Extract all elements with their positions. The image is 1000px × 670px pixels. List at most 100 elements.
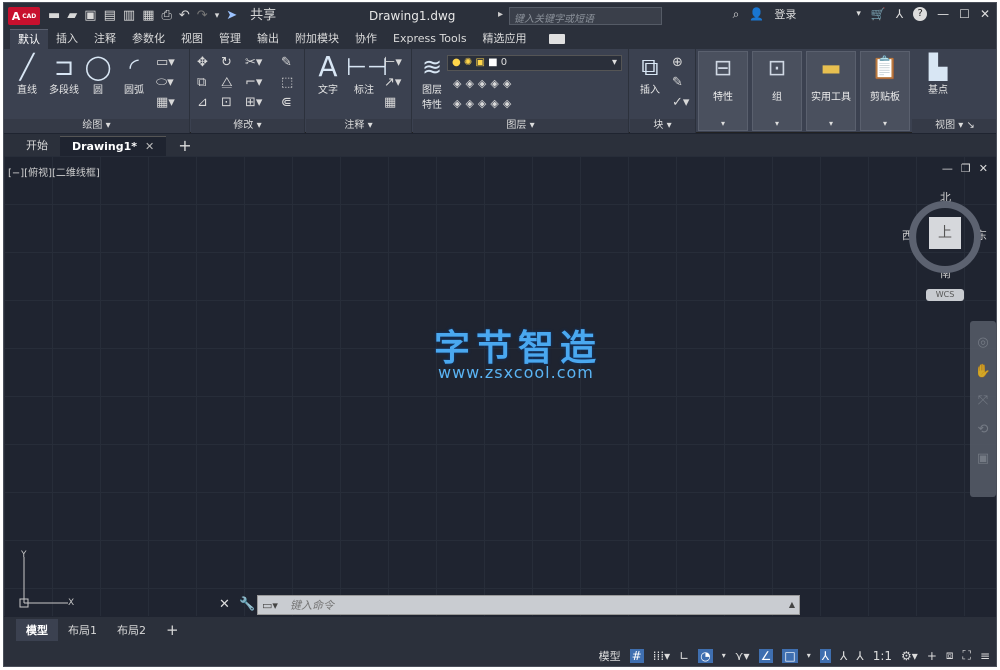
- drawing-canvas[interactable]: [−][俯视][二维线框] — ❐ ✕: [4, 156, 996, 616]
- panel-clipboard[interactable]: 📋 剪贴板 ▾: [860, 51, 910, 131]
- panel-annotation-title[interactable]: 注释 ▾: [306, 119, 411, 133]
- publish-icon[interactable]: ▦: [142, 9, 154, 23]
- zoom-extents-icon[interactable]: ⤧: [970, 393, 996, 408]
- command-line[interactable]: ▭▾ ▲: [257, 595, 800, 615]
- tab-collaborate[interactable]: 协作: [347, 29, 385, 49]
- viewcube-face[interactable]: 上: [929, 217, 961, 249]
- layer-tools-row1-icon[interactable]: ◈◈◈◈◈: [453, 77, 515, 90]
- help-button[interactable]: ?: [913, 7, 928, 21]
- base-view-tool[interactable]: ▙ 基点: [916, 53, 960, 96]
- viewport-label[interactable]: [−][俯视][二维线框]: [8, 164, 100, 179]
- layer-dropdown[interactable]: ● ✺ ▣ ■ 0 ▾: [447, 55, 622, 71]
- new-tab-button[interactable]: +: [166, 136, 203, 156]
- search-icon[interactable]: ⌕: [733, 7, 740, 22]
- array-icon[interactable]: ⊞▾: [245, 95, 262, 110]
- undo-icon[interactable]: ↶: [179, 9, 190, 23]
- command-customize-icon[interactable]: 🔧: [239, 597, 255, 612]
- grid-icon[interactable]: #: [629, 648, 644, 663]
- plus-icon[interactable]: +: [927, 649, 937, 663]
- customize-dropdown-icon[interactable]: ▾: [215, 9, 220, 23]
- tab-annotate[interactable]: 注释: [86, 29, 124, 49]
- customize-menu-icon[interactable]: ≡: [980, 649, 990, 663]
- login-dropdown-icon[interactable]: ▾: [856, 9, 861, 19]
- rectangle-icon[interactable]: ▭▾: [156, 55, 175, 70]
- close-icon[interactable]: ✕: [980, 7, 990, 21]
- new-file-icon[interactable]: ▬: [48, 9, 60, 23]
- export-icon[interactable]: ▥: [123, 9, 135, 23]
- trim-icon[interactable]: ✂▾: [245, 55, 262, 70]
- tab-output[interactable]: 输出: [249, 29, 287, 49]
- viewport-restore-icon[interactable]: ❐: [961, 162, 971, 175]
- polyline-tool[interactable]: ⊐ 多段线: [44, 53, 84, 96]
- table-icon[interactable]: ▦: [384, 95, 396, 110]
- viewport-close-icon[interactable]: ✕: [979, 162, 988, 175]
- save-as-icon[interactable]: ▤: [104, 9, 116, 23]
- layer-properties-tool[interactable]: ≋ 图层 特性: [415, 53, 449, 111]
- mirror-icon[interactable]: ⧋: [221, 75, 233, 90]
- dimension-tool[interactable]: ⊢⊣ 标注: [346, 53, 388, 96]
- command-input[interactable]: [290, 598, 770, 613]
- share-icon[interactable]: ➤: [226, 9, 237, 23]
- cart-icon[interactable]: 🛒: [871, 7, 886, 21]
- create-block-icon[interactable]: ⊕: [672, 55, 683, 70]
- command-close-icon[interactable]: ✕: [219, 597, 230, 612]
- showmotion-icon[interactable]: ▣: [970, 451, 996, 466]
- command-history-icon[interactable]: ▭▾: [262, 599, 278, 612]
- wcs-menu[interactable]: WCS: [926, 289, 964, 301]
- plot-icon[interactable]: ⎙: [161, 9, 171, 23]
- hatch-icon[interactable]: ▦▾: [156, 95, 175, 110]
- tab-express-tools[interactable]: Express Tools: [385, 29, 475, 49]
- share-button[interactable]: 共享: [250, 9, 276, 23]
- viewport-minimize-icon[interactable]: —: [942, 162, 953, 175]
- app-logo[interactable]: A CAD: [8, 7, 40, 25]
- settings-gear-icon[interactable]: ⚙▾: [901, 649, 918, 663]
- edit-block-icon[interactable]: ✎: [672, 75, 683, 90]
- navigation-bar[interactable]: ◎ ✋ ⤧ ⟲ ▣: [970, 321, 996, 497]
- layer-tools-row2-icon[interactable]: ◈◈◈◈◈: [453, 97, 515, 110]
- tab-drawing1[interactable]: Drawing1* ✕: [60, 136, 167, 156]
- annotation-scale-icon[interactable]: ⅄: [856, 649, 863, 663]
- line-tool[interactable]: ╱ 直线: [10, 53, 44, 96]
- snap-icon[interactable]: ⁞⁞⁞▾: [653, 649, 670, 663]
- command-expand-icon[interactable]: ▲: [789, 600, 795, 609]
- polar-tracking-icon[interactable]: ◔: [698, 648, 713, 663]
- panel-properties[interactable]: ⊟ 特性 ▾: [698, 51, 748, 131]
- ribbon-minimize-icon[interactable]: [548, 34, 565, 44]
- open-folder-icon[interactable]: ▰: [67, 9, 77, 23]
- polar-dropdown-icon[interactable]: ▾: [722, 651, 726, 660]
- tab-model[interactable]: 模型: [16, 619, 58, 641]
- panel-block-title[interactable]: 块 ▾: [630, 119, 695, 133]
- object-snap-icon[interactable]: □: [782, 648, 798, 663]
- tab-addins[interactable]: 附加模块: [287, 29, 347, 49]
- tab-default[interactable]: 默认: [10, 29, 48, 49]
- tab-start[interactable]: 开始: [14, 136, 60, 156]
- copy-icon[interactable]: ⧉: [197, 75, 206, 90]
- isodraft-icon[interactable]: ⋎▾: [735, 649, 750, 663]
- explode-icon[interactable]: ⬚: [281, 75, 293, 90]
- tab-manage[interactable]: 管理: [211, 29, 249, 49]
- move-icon[interactable]: ✥: [197, 55, 208, 70]
- panel-groups[interactable]: ⊡ 组 ▾: [752, 51, 802, 131]
- panel-layers-title[interactable]: 图层 ▾: [413, 119, 628, 133]
- tab-view[interactable]: 视图: [173, 29, 211, 49]
- minimize-icon[interactable]: —: [937, 7, 949, 21]
- fullscreen-icon[interactable]: ⛶: [963, 648, 971, 663]
- ortho-icon[interactable]: ∟: [679, 649, 689, 663]
- annotation-scale-auto-icon[interactable]: ⅄: [840, 649, 847, 663]
- maximize-icon[interactable]: ☐: [959, 7, 970, 21]
- scale-icon[interactable]: ⊡: [221, 95, 232, 110]
- new-layout-button[interactable]: +: [156, 618, 189, 642]
- redo-icon[interactable]: ↷: [197, 9, 208, 23]
- search-input[interactable]: 键入关键字或短语: [509, 7, 662, 25]
- object-snap-tracking-icon[interactable]: ∠: [758, 648, 774, 663]
- tab-layout1[interactable]: 布局1: [58, 619, 107, 641]
- orbit-icon[interactable]: ⟲: [970, 422, 996, 437]
- fillet-icon[interactable]: ⌐▾: [245, 75, 262, 90]
- ellipse-icon[interactable]: ⬭▾: [156, 75, 174, 90]
- annotation-visibility-icon[interactable]: ⅄: [819, 648, 832, 663]
- login-button[interactable]: 登录: [774, 6, 796, 22]
- leader-icon[interactable]: ↗▾: [384, 75, 401, 90]
- panel-modify-title[interactable]: 修改 ▾: [191, 119, 304, 133]
- tab-featured-apps[interactable]: 精选应用: [475, 29, 535, 49]
- close-tab-icon[interactable]: ✕: [145, 140, 154, 153]
